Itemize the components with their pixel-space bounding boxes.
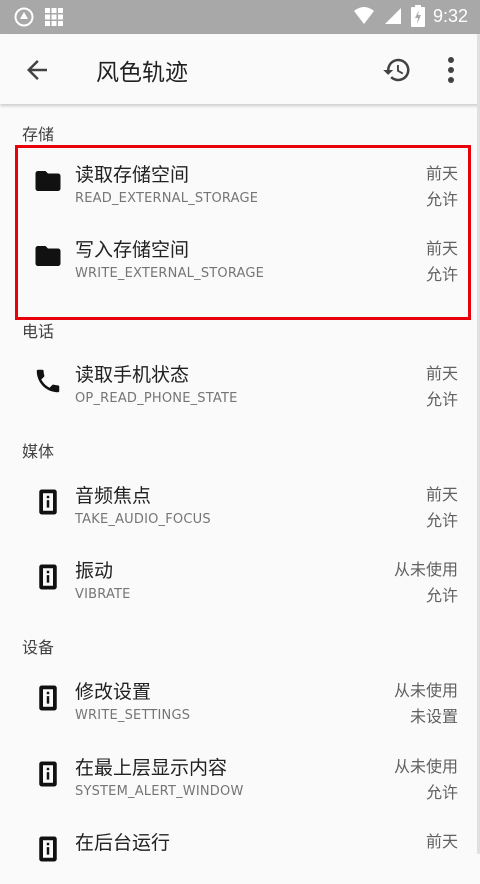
status-bar: 9:32 xyxy=(0,0,480,34)
permission-name: 音频焦点 xyxy=(75,485,152,507)
permission-name: 振动 xyxy=(75,560,114,582)
last-used: 前天 xyxy=(425,832,458,851)
sync-icon xyxy=(14,7,34,27)
more-options-icon[interactable] xyxy=(444,55,458,85)
section-header-device: 设备 xyxy=(22,638,55,657)
grid-icon xyxy=(45,8,63,26)
permission-status: 允许 xyxy=(425,511,458,530)
permission-status: 允许 xyxy=(425,586,458,605)
permission-item-run-in-background[interactable]: 在后台运行 前天 xyxy=(0,814,480,884)
permission-item-system-alert-window[interactable]: 在最上层显示内容 SYSTEM_ALERT_WINDOW 从未使用 允许 xyxy=(0,739,480,809)
permission-code: WRITE_SETTINGS xyxy=(75,708,191,723)
permission-code: TAKE_AUDIO_FOCUS xyxy=(75,512,211,527)
permission-name: 修改设置 xyxy=(75,681,152,703)
page-title: 风色轨迹 xyxy=(96,60,188,86)
section-header-storage: 存储 xyxy=(22,125,55,144)
permission-item-write-settings[interactable]: 修改设置 WRITE_SETTINGS 从未使用 未设置 xyxy=(0,663,480,733)
last-used: 从未使用 xyxy=(393,560,458,579)
highlight-box xyxy=(15,145,471,320)
last-used: 前天 xyxy=(425,364,458,383)
permission-item-read-phone-state[interactable]: 读取手机状态 OP_READ_PHONE_STATE 前天 允许 xyxy=(0,346,480,416)
info-icon xyxy=(39,489,57,515)
last-used: 前天 xyxy=(425,485,458,504)
permission-status: 允许 xyxy=(425,783,458,802)
info-icon xyxy=(39,761,57,787)
section-header-phone: 电话 xyxy=(22,322,55,341)
permission-status: 允许 xyxy=(425,390,458,409)
info-icon xyxy=(39,836,57,862)
status-time: 9:32 xyxy=(432,5,468,26)
permission-item-audio-focus[interactable]: 音频焦点 TAKE_AUDIO_FOCUS 前天 允许 xyxy=(0,467,480,537)
info-icon xyxy=(39,685,57,711)
history-icon[interactable] xyxy=(382,55,412,85)
info-icon xyxy=(39,564,57,590)
permission-name: 在最上层显示内容 xyxy=(75,757,228,779)
permission-code: SYSTEM_ALERT_WINDOW xyxy=(75,784,244,799)
permission-code: VIBRATE xyxy=(75,587,131,602)
app-bar: 风色轨迹 xyxy=(0,34,480,104)
last-used: 从未使用 xyxy=(393,681,458,700)
battery-icon xyxy=(410,5,425,27)
last-used: 从未使用 xyxy=(393,757,458,776)
back-arrow-icon[interactable] xyxy=(22,55,52,85)
permission-name: 在后台运行 xyxy=(75,832,171,854)
permission-code: OP_READ_PHONE_STATE xyxy=(75,391,238,406)
permission-item-vibrate[interactable]: 振动 VIBRATE 从未使用 允许 xyxy=(0,542,480,612)
section-header-media: 媒体 xyxy=(22,442,55,461)
permission-status: 未设置 xyxy=(409,707,458,726)
phone-icon xyxy=(36,369,60,393)
signal-icon xyxy=(384,8,401,24)
wifi-icon xyxy=(353,7,374,24)
permission-name: 读取手机状态 xyxy=(75,364,190,386)
